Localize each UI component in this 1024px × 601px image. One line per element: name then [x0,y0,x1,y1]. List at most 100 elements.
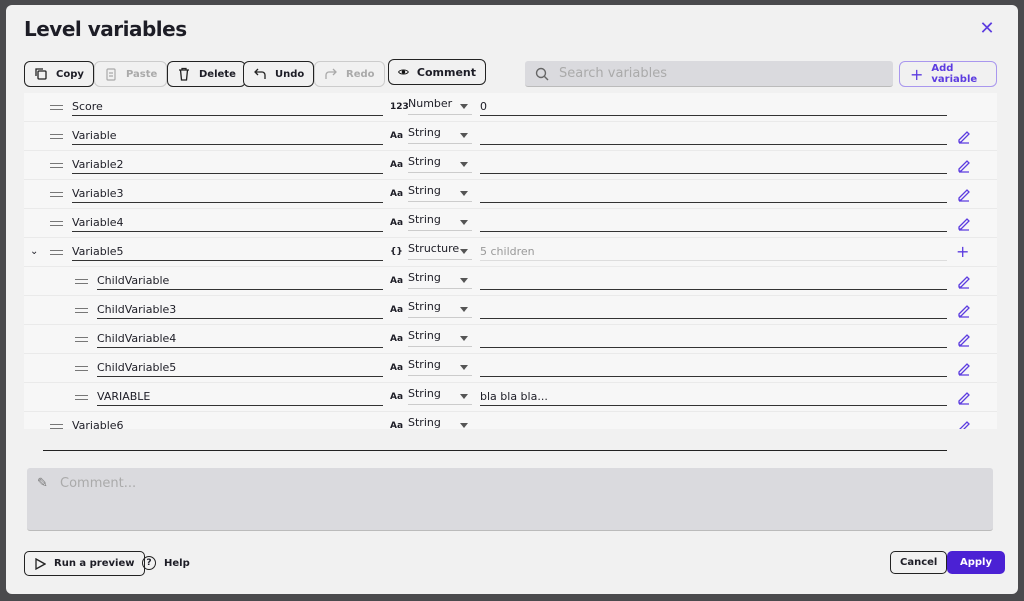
pencil-icon: ✎ [37,476,48,491]
comment-textarea[interactable]: ✎ Comment... [27,468,993,531]
variable-name-input[interactable]: ChildVariable4 [97,332,383,348]
edit-icon[interactable] [956,390,972,406]
variable-name-input[interactable]: Variable3 [72,187,383,203]
type-select[interactable]: String [408,155,472,173]
type-value: Structure [408,242,460,255]
delete-button[interactable]: Delete [167,61,246,87]
run-preview-button[interactable]: Run a preview [24,551,145,576]
variable-name-input[interactable]: ChildVariable3 [97,303,383,319]
variable-value-input[interactable] [480,129,947,145]
type-select[interactable]: Structure [408,242,472,260]
variable-row[interactable]: Variable2 Aa String [24,151,997,180]
variable-name-input[interactable]: ChildVariable5 [97,361,383,377]
edit-icon[interactable] [956,129,972,145]
add-variable-button[interactable]: + Add variable [899,61,997,87]
divider [43,450,947,451]
variable-row[interactable]: Variable4 Aa String [24,209,997,238]
drag-handle-icon[interactable] [50,221,63,226]
type-icon: Aa [390,218,404,228]
variable-name-input[interactable]: Variable6 [72,419,383,429]
type-select[interactable]: String [408,126,472,144]
drag-handle-icon[interactable] [50,134,63,139]
type-value: String [408,271,441,284]
type-select[interactable]: String [408,358,472,376]
variable-row[interactable]: ⌄ Variable5 {} Structure 5 children + [24,238,997,267]
edit-icon[interactable] [956,303,972,319]
variable-value-input[interactable] [480,216,947,232]
drag-handle-icon[interactable] [75,279,88,284]
cancel-button[interactable]: Cancel [890,551,948,574]
edit-icon[interactable] [956,332,972,348]
apply-button[interactable]: Apply [947,551,1006,574]
drag-handle-icon[interactable] [75,308,88,313]
comment-toggle-button[interactable]: Comment [388,59,486,85]
drag-handle-icon[interactable] [75,395,88,400]
paste-button[interactable]: Paste [94,61,168,87]
dropdown-arrow-icon [460,365,468,374]
type-select[interactable]: String [408,271,472,289]
chevron-down-icon[interactable]: ⌄ [30,246,38,257]
copy-button[interactable]: Copy [24,61,94,87]
variable-row[interactable]: VARIABLE Aa String bla bla bla... [24,383,997,412]
search-placeholder: Search variables [559,66,668,81]
variable-value-input[interactable]: 0 [480,100,947,116]
variable-name-input[interactable]: ChildVariable [97,274,383,290]
variable-row[interactable]: Variable Aa String [24,122,997,151]
type-select[interactable]: String [408,416,472,429]
redo-button[interactable]: Redo [314,61,385,87]
edit-icon[interactable] [956,216,972,232]
variable-value-input[interactable] [480,419,947,429]
eye-icon [398,69,409,75]
type-select[interactable]: String [408,213,472,231]
drag-handle-icon[interactable] [50,105,63,110]
help-icon: ? [142,556,156,570]
variable-row[interactable]: ChildVariable4 Aa String [24,325,997,354]
edit-icon[interactable] [956,419,972,429]
type-icon: Aa [390,334,404,344]
drag-handle-icon[interactable] [50,424,63,429]
variable-name-input[interactable]: Variable2 [72,158,383,174]
variable-name-input[interactable]: Variable5 [72,245,383,261]
variable-value-input[interactable] [480,303,947,319]
drag-handle-icon[interactable] [75,337,88,342]
type-select[interactable]: String [408,387,472,405]
drag-handle-icon[interactable] [75,366,88,371]
variable-row[interactable]: ChildVariable Aa String [24,267,997,296]
type-select[interactable]: String [408,300,472,318]
variable-row[interactable]: Variable3 Aa String [24,180,997,209]
variable-value-input[interactable]: 5 children [480,245,947,261]
close-icon[interactable]: ✕ [977,19,997,39]
variable-value-input[interactable] [480,187,947,203]
variable-value-input[interactable] [480,361,947,377]
variable-value-input[interactable]: bla bla bla... [480,390,947,406]
search-input[interactable]: Search variables [525,61,893,87]
edit-icon[interactable] [956,158,972,174]
type-select[interactable]: String [408,184,472,202]
variable-value-input[interactable] [480,274,947,290]
type-select[interactable]: String [408,329,472,347]
variable-name-input[interactable]: Variable4 [72,216,383,232]
edit-icon[interactable] [956,274,972,290]
variables-list: Score 123 Number 0 Variable Aa String Variable2… [24,93,997,429]
edit-icon[interactable] [956,187,972,203]
variable-row[interactable]: Score 123 Number 0 [24,93,997,122]
variable-name-input[interactable]: VARIABLE [97,390,383,406]
drag-handle-icon[interactable] [50,163,63,168]
variable-row[interactable]: Variable6 Aa String [24,412,997,429]
variable-row[interactable]: ChildVariable5 Aa String [24,354,997,383]
undo-button[interactable]: Undo [243,61,315,87]
dropdown-arrow-icon [460,278,468,287]
drag-handle-icon[interactable] [50,250,63,255]
variable-name-input[interactable]: Variable [72,129,383,145]
variable-name-input[interactable]: Score [72,100,383,116]
type-value: String [408,126,441,139]
variable-value-input[interactable] [480,158,947,174]
type-select[interactable]: Number [408,97,472,115]
help-button[interactable]: ? Help [142,551,190,575]
variable-value-input[interactable] [480,332,947,348]
edit-icon[interactable] [956,361,972,377]
drag-handle-icon[interactable] [50,192,63,197]
variable-row[interactable]: ChildVariable3 Aa String [24,296,997,325]
add-child-icon[interactable]: + [956,244,972,261]
dropdown-arrow-icon [460,133,468,142]
